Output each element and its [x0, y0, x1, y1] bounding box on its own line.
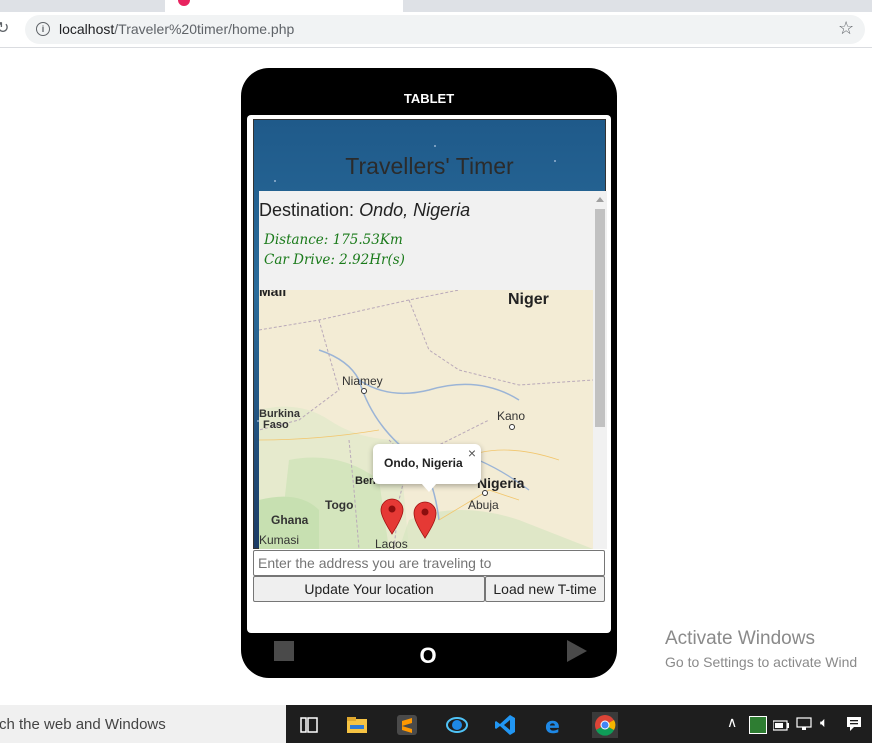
- destination-panel: Destination: Ondo, Nigeria Distance: 175…: [259, 191, 607, 549]
- map-label-faso: Faso: [263, 419, 289, 431]
- watermark-line2: Go to Settings to activate Wind: [665, 654, 858, 670]
- bookmark-star-icon[interactable]: ☆: [838, 18, 854, 39]
- map-label-kano: Kano: [497, 409, 526, 423]
- map-label-abuja: Abuja: [468, 498, 499, 512]
- tablet-frame: TABLET Travellers' Timer Destination: On…: [241, 68, 617, 678]
- distance-text: Distance: 175.53Km: [264, 232, 403, 248]
- taskbar-search-box[interactable]: rch the web and Windows: [0, 705, 286, 743]
- home-button[interactable]: O: [413, 643, 443, 669]
- svg-text:e: e: [545, 714, 560, 736]
- activate-windows-watermark: Activate Windows Go to Settings to activ…: [665, 628, 857, 670]
- map-label-niger: Niger: [508, 291, 549, 308]
- url-host: localhost: [59, 21, 115, 37]
- edge-icon[interactable]: e: [544, 714, 566, 739]
- map-label-togo: Togo: [325, 498, 354, 512]
- network-icon[interactable]: [796, 717, 812, 731]
- popup-close-icon[interactable]: ×: [468, 445, 476, 461]
- sublime-text-icon[interactable]: [396, 714, 418, 736]
- volume-icon[interactable]: 🔈︎: [820, 714, 828, 731]
- tab-active[interactable]: [165, 0, 403, 12]
- address-input[interactable]: [253, 550, 605, 576]
- map-label-lagos: Lagos: [375, 537, 408, 549]
- app-title: Travellers' Timer: [345, 153, 514, 179]
- map-label-niamey: Niamey: [342, 374, 383, 388]
- popup-tail: [421, 483, 437, 492]
- destination-label: Destination:: [259, 200, 360, 220]
- edge-legacy-icon[interactable]: [446, 714, 468, 736]
- map-label-mali: Mali: [259, 290, 287, 299]
- watermark-line1: Activate Windows: [665, 628, 815, 649]
- notification-icon[interactable]: [846, 716, 862, 732]
- scroll-up-arrow-icon[interactable]: [596, 197, 604, 202]
- map-terrain: [259, 290, 593, 549]
- whatsapp-icon[interactable]: [749, 716, 767, 734]
- back-play-button[interactable]: [567, 640, 587, 662]
- drive-time-text: Car Drive: 2.92Hr(s): [264, 252, 405, 268]
- taskbar-search-text: rch the web and Windows: [0, 716, 166, 733]
- map-label-ghana: Ghana: [271, 513, 309, 527]
- destination-value: Ondo, Nigeria: [359, 200, 471, 220]
- reload-icon[interactable]: ↻: [0, 20, 12, 38]
- popup-location-text: Ondo, Nigeria: [384, 456, 463, 470]
- panel-scrollbar[interactable]: [593, 191, 607, 549]
- battery-icon[interactable]: [772, 718, 789, 731]
- vscode-icon[interactable]: [494, 714, 516, 736]
- info-icon[interactable]: i: [36, 22, 50, 36]
- file-explorer-icon[interactable]: [346, 714, 368, 736]
- destination-line: Destination: Ondo, Nigeria: [259, 200, 470, 221]
- tablet-screen: Travellers' Timer Destination: Ondo, Nig…: [247, 115, 611, 633]
- map-view[interactable]: Mali Niger Niamey Burkina Faso Kano Ben …: [259, 290, 593, 549]
- recent-apps-button[interactable]: [274, 641, 294, 661]
- taskbar: rch the web and Windows e ∧ 🔈︎: [0, 705, 872, 743]
- update-location-button[interactable]: Update Your location: [253, 576, 485, 602]
- chrome-icon[interactable]: [592, 712, 618, 738]
- map-label-nigeria: Nigeria: [477, 475, 525, 491]
- scroll-thumb[interactable]: [595, 209, 605, 427]
- map-label-kumasi: Kumasi: [259, 533, 300, 547]
- task-view-icon[interactable]: [298, 714, 320, 736]
- tablet-label: TABLET: [403, 91, 455, 106]
- url-text[interactable]: localhost/Traveler%20timer/home.php: [59, 21, 294, 37]
- load-ttime-button[interactable]: Load new T-time: [485, 576, 605, 602]
- chevron-up-icon[interactable]: ∧: [727, 714, 737, 731]
- map-info-popup: Ondo, Nigeria ×: [373, 444, 481, 484]
- url-path: /Traveler%20timer/home.php: [114, 21, 295, 37]
- tab-inactive[interactable]: [0, 0, 150, 12]
